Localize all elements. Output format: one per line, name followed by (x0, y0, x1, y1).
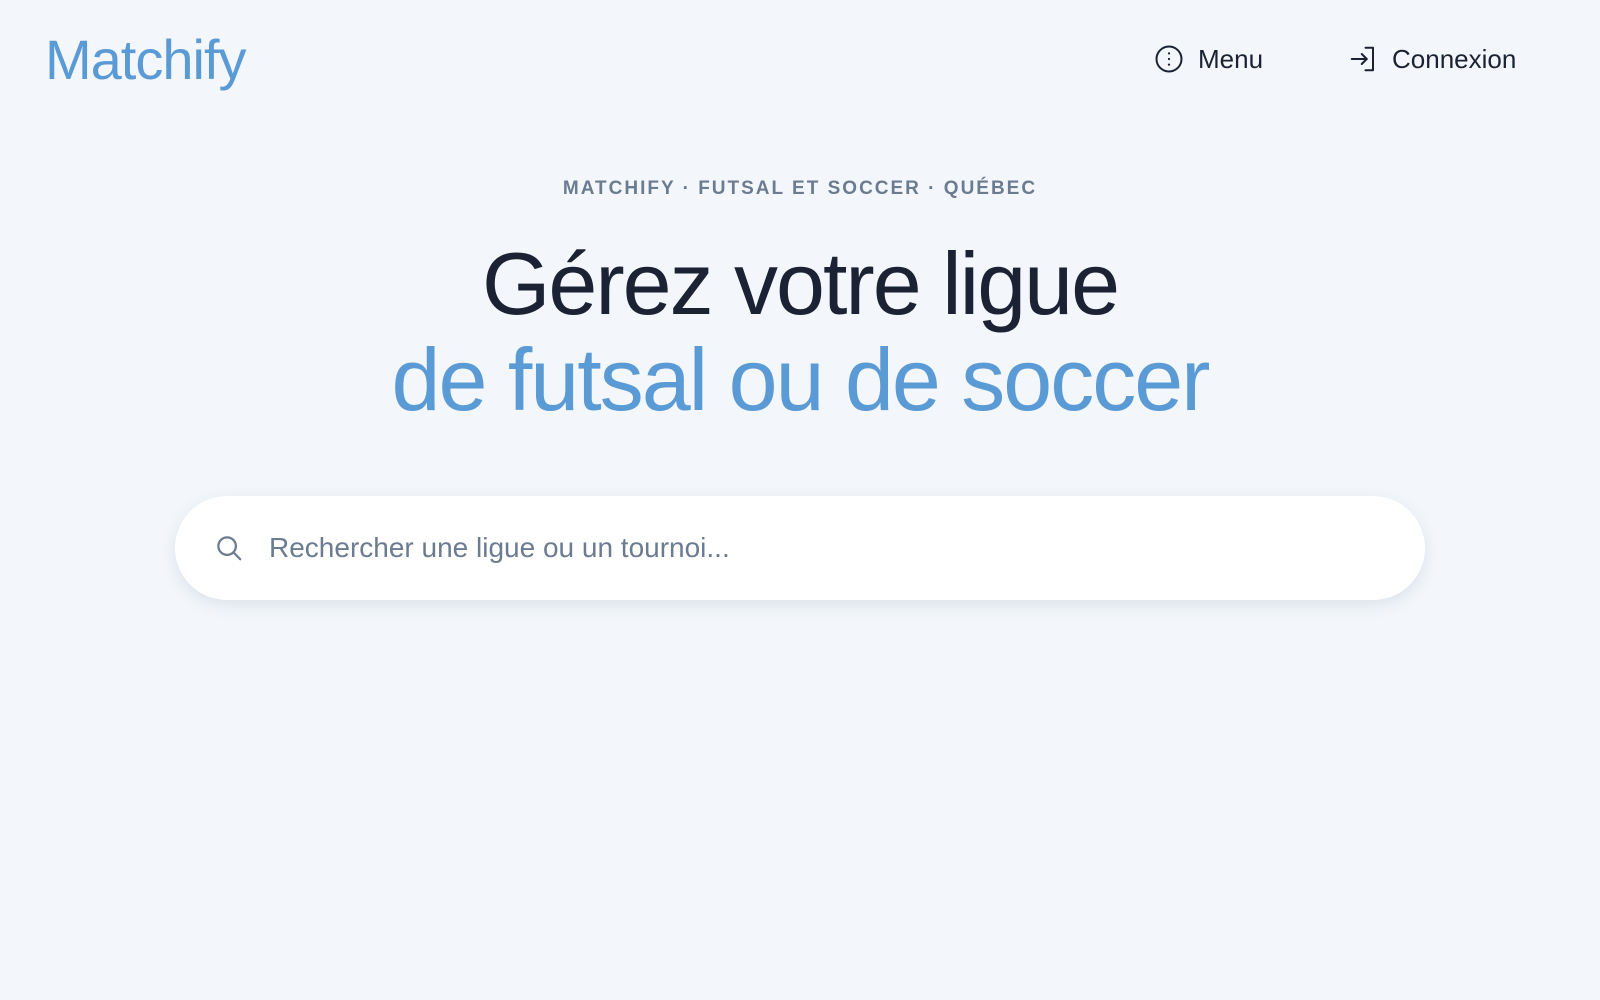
login-label: Connexion (1392, 43, 1517, 74)
search-input[interactable] (269, 518, 1425, 578)
hero-eyebrow: MATCHIFY · FUTSAL ET SOCCER · QUÉBEC (562, 178, 1038, 199)
home-page: Matchify Menu Connexion MATCHIFY · FUTSA… (0, 0, 1600, 1000)
login-button[interactable]: Connexion (1348, 40, 1516, 78)
headline-line-1: Gérez votre ligue (481, 234, 1120, 333)
menu-label: Menu (1198, 43, 1264, 74)
search-icon (213, 532, 245, 564)
info-circle-icon (1154, 44, 1184, 74)
menu-button[interactable]: Menu (1154, 40, 1263, 78)
search-bar[interactable] (175, 496, 1425, 600)
headline-line-2: de futsal ou de soccer (391, 330, 1211, 429)
hero-headline: Gérez votre ligue de futsal ou de soccer (0, 236, 1600, 428)
login-arrow-icon (1348, 44, 1378, 74)
brand-logo[interactable]: Matchify (45, 25, 246, 95)
